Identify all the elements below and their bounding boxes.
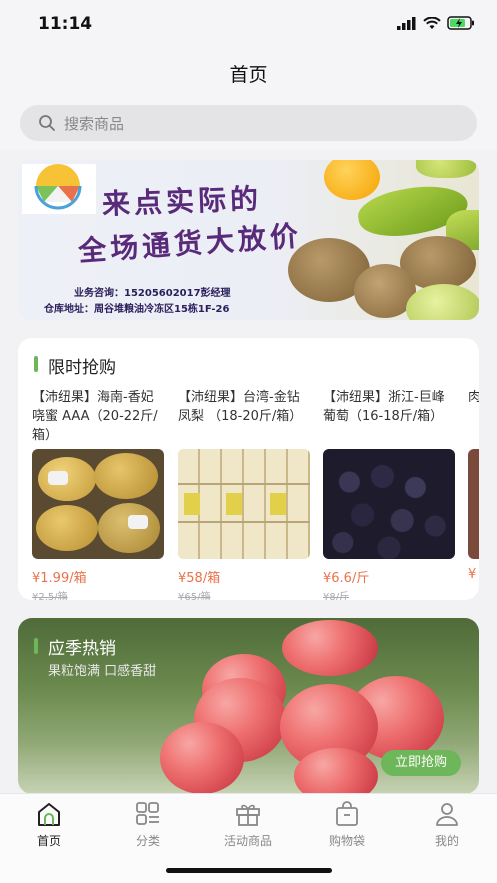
tab-label: 分类 [135,834,160,848]
banner-contact: 业务咨询：15205602017彭经理 [74,288,231,299]
home-icon [38,803,60,826]
product-card[interactable]: 【沛纽果】台湾-金钻凤梨 （18-20斤/箱） ¥58/箱 ¥65/箱 [178,388,310,600]
product-card[interactable]: 肉 ¥ [468,388,479,582]
nav-bar: 首页 [0,48,497,96]
tab-profile[interactable]: 我的 [407,800,487,849]
product-card[interactable]: 【沛纽果】浙江-巨峰葡萄（16-18斤/箱） ¥6.6/斤 ¥8/斤 [323,388,455,600]
product-original-price: ¥65/箱 [178,592,211,600]
category-icon [136,802,159,825]
section-accent-bar [34,638,38,654]
brand-logo [22,164,96,214]
lychee-image [282,620,378,676]
seasonal-subtitle: 果粒饱满 口感香甜 [48,664,157,679]
tab-home[interactable]: 首页 [9,800,89,849]
tab-label: 活动商品 [223,834,272,848]
product-name: 【沛纽果】海南-香妃哓蜜 AAA（20-22斤/箱） [32,390,158,443]
product-image-grapes [323,449,455,559]
product-name: 【沛纽果】台湾-金钻凤梨 （18-20斤/箱） [178,390,303,424]
product-original-price: ¥8/斤 [323,592,350,600]
product-image-melon [32,449,164,559]
flash-sale-section: 限时抢购 【沛纽果】海南-香妃哓蜜 AAA（20-22斤/箱） ¥1.99/箱 … [18,338,479,600]
search-placeholder: 搜索商品 [64,115,125,133]
tab-shopping-bag[interactable]: 购物袋 [307,800,387,849]
banner-headline-2: 全场通货大放价 [77,219,303,268]
lychee-image-6 [160,722,244,794]
status-time: 11:14 [38,14,93,34]
orange-image [324,160,380,200]
search-icon [39,115,55,131]
search-input[interactable]: 搜索商品 [20,105,477,141]
status-bar: 11:14 [0,0,497,48]
green-apple-image [406,284,479,320]
search-bar: 搜索商品 [0,96,497,150]
shopping-bag-icon [336,801,358,826]
profile-icon [436,803,458,826]
page-title: 首页 [229,64,268,86]
product-image-partial [468,449,479,559]
product-price: ¥ [468,567,477,582]
tab-label: 我的 [434,834,459,848]
seasonal-banner[interactable]: 应季热销 果粒饱满 口感香甜 立即抢购 [18,618,479,794]
product-image-pineapple [178,449,310,559]
product-name: 肉 [468,390,479,405]
status-icons [397,16,475,30]
flash-sale-title: 限时抢购 [48,358,116,378]
tab-category[interactable]: 分类 [108,800,188,849]
banner-address: 仓库地址：周谷堆粮油冷冻区15栋1F-26 [44,304,230,315]
product-name: 【沛纽果】浙江-巨峰葡萄（16-18斤/箱） [323,390,445,424]
gift-icon [236,804,260,826]
product-original-price: ¥2.5/箱 [32,592,68,600]
product-card[interactable]: 【沛纽果】海南-香妃哓蜜 AAA（20-22斤/箱） ¥1.99/箱 ¥2.5/… [32,388,164,600]
apple-image [416,160,476,178]
tab-label: 首页 [36,834,61,848]
banner-headline-1: 来点实际的 [101,182,263,221]
tab-promotions[interactable]: 活动商品 [208,800,288,849]
section-accent-bar [34,356,38,372]
product-price: ¥1.99/箱 [32,571,87,586]
tab-label: 购物袋 [328,834,365,848]
battery-charging-icon [447,16,474,30]
signal-icon [397,16,416,30]
promo-banner[interactable]: 来点实际的 全场通货大放价 业务咨询：15205602017彭经理 仓库地址：周… [18,160,479,320]
product-price: ¥6.6/斤 [323,571,370,586]
product-price: ¥58/箱 [178,571,221,586]
home-indicator[interactable] [166,868,332,873]
buy-now-button[interactable]: 立即抢购 [380,750,461,776]
wifi-icon [423,16,441,29]
seasonal-title: 应季热销 [48,639,116,659]
